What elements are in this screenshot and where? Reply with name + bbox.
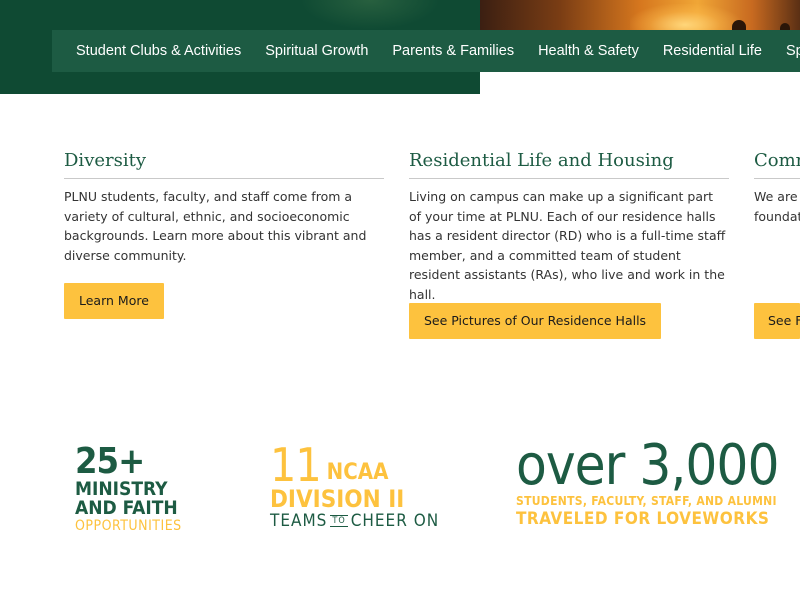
stat-ncaa: 11 NCAA DIVISION II TEAMS TO CHEER ON — [270, 438, 439, 530]
card-diversity: Diversity PLNU students, faculty, and st… — [64, 150, 384, 265]
learn-more-button[interactable]: Learn More — [64, 283, 164, 319]
stat-number: 11 — [270, 438, 322, 492]
card-body: We are ... with gen... With a h... oppor… — [754, 189, 800, 224]
tree-silhouette — [780, 23, 790, 30]
stat-sublabel: OPPORTUNITIES — [75, 518, 182, 534]
card-title: Diversity — [64, 150, 384, 179]
nav-item-sports-recreation[interactable]: Sports & Recreation — [774, 30, 800, 72]
nav-item-student-clubs[interactable]: Student Clubs & Activities — [52, 30, 253, 72]
stat-teams-text: TEAMS — [270, 511, 328, 531]
card-title: Residential Life and Housing — [409, 150, 729, 179]
stat-sublabel: STUDENTS, FACULTY, STAFF, AND ALUMNI — [516, 494, 777, 508]
card-body: PLNU students, faculty, and staff come f… — [64, 189, 367, 263]
stat-ministry: 25+ MINISTRY AND FAITH OPPORTUNITIES — [75, 441, 182, 535]
see-more-button[interactable]: See F — [754, 303, 800, 339]
main-nav: Student Clubs & Activities Spiritual Gro… — [52, 30, 800, 72]
card-title: Community — [754, 150, 800, 179]
header-white-gap — [480, 72, 800, 94]
stat-cheer-text: CHEER ON — [350, 511, 440, 531]
sunset-photo — [480, 0, 800, 30]
tree-silhouette — [732, 20, 746, 30]
nav-item-residential-life[interactable]: Residential Life — [651, 30, 774, 72]
stat-to-text: TO — [330, 515, 348, 527]
stat-label: DIVISION II — [270, 485, 405, 513]
stat-sublabel: TEAMS TO CHEER ON — [270, 512, 439, 530]
nav-item-spiritual-growth[interactable]: Spiritual Growth — [253, 30, 380, 72]
stat-label: AND FAITH — [75, 497, 178, 519]
card-community: Community We are ... with gen... With a … — [754, 150, 800, 226]
stat-number: 25+ — [75, 441, 145, 482]
nav-item-health-safety[interactable]: Health & Safety — [526, 30, 651, 72]
card-body: Living on campus can make up a significa… — [409, 189, 726, 302]
stat-number: over 3,000 — [516, 433, 780, 498]
stat-loveworks: over 3,000 STUDENTS, FACULTY, STAFF, AND… — [516, 433, 780, 530]
see-residence-halls-button[interactable]: See Pictures of Our Residence Halls — [409, 303, 662, 339]
nav-item-parents-families[interactable]: Parents & Families — [380, 30, 526, 72]
stat-label: NCAA — [326, 460, 389, 485]
card-residential-life: Residential Life and Housing Living on c… — [409, 150, 729, 304]
stat-label: TRAVELED FOR LOVEWORKS — [516, 509, 770, 529]
sun-glow — [630, 4, 740, 30]
